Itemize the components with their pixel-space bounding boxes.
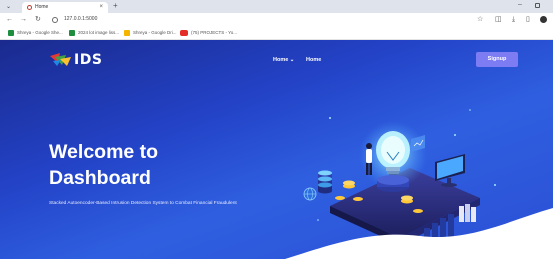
- close-icon[interactable]: ×: [99, 4, 103, 10]
- browser-tab[interactable]: Home ×: [22, 2, 108, 13]
- browser-tab-bar: ⌄ Home × + –: [0, 0, 553, 13]
- download-icon[interactable]: ⤓: [512, 15, 515, 24]
- dashboard-page: IDS Home ⌄ Home Signup Welcome to Dashbo…: [0, 40, 553, 259]
- hero-illustration: [285, 109, 553, 259]
- tab-title: Home: [35, 4, 49, 10]
- bookmark-item[interactable]: (75) PROJECTS - Yo...: [180, 30, 240, 37]
- bookmark-item[interactable]: 2024 lot image liss...: [69, 30, 125, 37]
- side-panel-icon[interactable]: ▯: [526, 15, 530, 24]
- info-icon[interactable]: [52, 17, 58, 23]
- profile-icon[interactable]: [540, 16, 547, 23]
- youtube-icon: [180, 30, 188, 36]
- bookmarks-bar: Shreya - Google She... 2024 lot image li…: [0, 27, 553, 40]
- back-icon[interactable]: ←: [6, 15, 13, 24]
- extensions-icon[interactable]: ◫: [495, 15, 502, 24]
- sheets-icon: [69, 30, 75, 36]
- url-text[interactable]: 127.0.0.1:5000: [64, 16, 97, 22]
- drive-icon: [124, 30, 130, 36]
- globe-icon: [303, 187, 317, 201]
- address-bar: ← → ↻ 127.0.0.1:5000 ☆ ◫ ⤓ ▯: [0, 13, 553, 27]
- reload-icon[interactable]: ↻: [35, 15, 41, 24]
- bookmark-item[interactable]: Shreya - Google Dri...: [124, 30, 180, 37]
- forward-icon[interactable]: →: [20, 15, 27, 24]
- star-icon[interactable]: ☆: [477, 15, 483, 24]
- server-icon: [318, 170, 332, 194]
- maximize-icon[interactable]: [535, 3, 540, 8]
- menu-icon[interactable]: ⌄: [6, 3, 11, 10]
- sheets-icon: [8, 30, 14, 36]
- bookmark-item[interactable]: Shreya - Google She...: [8, 30, 64, 37]
- site-favicon: [27, 5, 32, 10]
- minimize-icon[interactable]: –: [518, 1, 522, 8]
- new-tab-icon[interactable]: +: [113, 2, 118, 10]
- url-field[interactable]: 127.0.0.1:5000: [52, 15, 452, 25]
